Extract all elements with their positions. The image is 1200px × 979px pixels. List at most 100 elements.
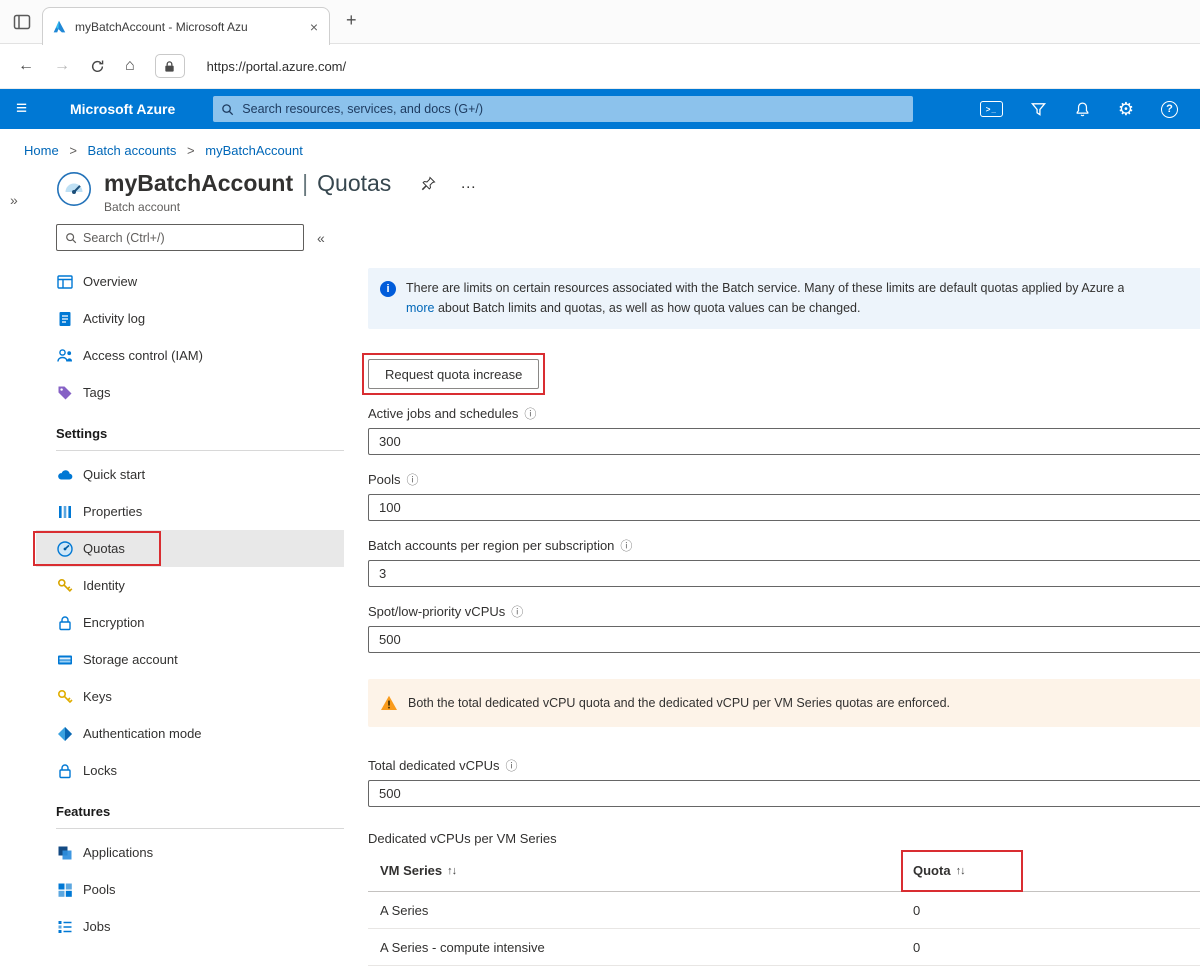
quota-cell: 0: [913, 940, 1200, 955]
refresh-icon[interactable]: [90, 59, 105, 74]
panel-expand-icon[interactable]: »: [10, 192, 18, 208]
tab-actions-icon[interactable]: [12, 12, 32, 32]
sidebar-item-identity[interactable]: Identity: [36, 567, 344, 604]
divider: [56, 450, 344, 451]
sidebar-item-activity-log[interactable]: Activity log: [36, 300, 344, 337]
info-banner-text-line1: There are limits on certain resources as…: [406, 279, 1124, 298]
sidebar-item-encryption[interactable]: Encryption: [36, 604, 344, 641]
learn-more-link[interactable]: more: [406, 301, 434, 315]
browser-tab[interactable]: myBatchAccount - Microsoft Azu ×: [42, 7, 330, 45]
info-tooltip-icon[interactable]: ⓘ: [506, 757, 518, 774]
global-search-input[interactable]: [242, 102, 905, 116]
sort-arrows-icon[interactable]: ↑↓: [447, 865, 456, 877]
azure-top-bar: ≡ Microsoft Azure >_ ⚙ ?: [0, 89, 1200, 129]
sidebar-item-jobs[interactable]: Jobs: [36, 908, 344, 945]
sidebar-item-applications[interactable]: Applications: [36, 834, 344, 871]
azure-brand[interactable]: Microsoft Azure: [70, 101, 175, 117]
page-header: myBatchAccount | Quotas … Batch account: [56, 171, 1200, 214]
breadcrumb-home[interactable]: Home: [24, 143, 59, 158]
access-control-icon: [56, 347, 74, 365]
keys-icon: [56, 688, 74, 706]
tab-close-icon[interactable]: ×: [307, 19, 321, 35]
info-tooltip-icon[interactable]: ⓘ: [524, 405, 536, 422]
column-header-quota[interactable]: Quota ↑↓: [913, 863, 1200, 878]
sidebar-search-input[interactable]: [83, 231, 295, 245]
sidebar-item-label: Encryption: [83, 615, 144, 630]
sidebar-search[interactable]: [56, 224, 304, 251]
table-row[interactable]: A Series - compute intensive 0: [368, 929, 1200, 966]
applications-icon: [56, 844, 74, 862]
pin-icon[interactable]: [421, 176, 436, 191]
vm-series-cell: A Series: [368, 903, 913, 918]
sidebar-item-quick-start[interactable]: Quick start: [36, 456, 344, 493]
sidebar-item-tags[interactable]: Tags: [36, 374, 344, 411]
page-title: myBatchAccount: [104, 171, 293, 196]
sort-arrows-icon[interactable]: ↑↓: [956, 865, 965, 877]
hamburger-menu-icon[interactable]: ≡: [16, 98, 42, 120]
search-icon: [221, 103, 234, 116]
global-search[interactable]: [213, 96, 913, 122]
tab-title: myBatchAccount - Microsoft Azu: [75, 20, 299, 34]
breadcrumb-separator: >: [180, 143, 202, 158]
directory-filter-icon[interactable]: [1030, 101, 1047, 118]
sidebar-section-features: Features: [56, 804, 344, 819]
encryption-lock-icon: [56, 614, 74, 632]
help-icon[interactable]: ?: [1161, 101, 1178, 118]
breadcrumb-current[interactable]: myBatchAccount: [205, 143, 303, 158]
breadcrumb: Home > Batch accounts > myBatchAccount: [0, 129, 1200, 158]
sidebar-collapse-icon[interactable]: «: [317, 230, 325, 246]
sidebar-item-storage-account[interactable]: Storage account: [36, 641, 344, 678]
info-banner-text-line2: about Batch limits and quotas, as well a…: [434, 301, 860, 315]
resource-menu: « Overview Activity log Access control (…: [36, 224, 344, 966]
sidebar-item-label: Quotas: [83, 541, 125, 556]
sidebar-item-quotas[interactable]: Quotas: [36, 530, 344, 567]
breadcrumb-separator: >: [62, 143, 84, 158]
sidebar-item-access-control[interactable]: Access control (IAM): [36, 337, 344, 374]
sidebar-item-pools[interactable]: Pools: [36, 871, 344, 908]
field-label-spot-vcpus: Spot/low-priority vCPUs: [368, 604, 505, 619]
annotation-box-request-quota: Request quota increase: [362, 353, 545, 395]
sidebar-item-overview[interactable]: Overview: [36, 263, 344, 300]
sidebar-item-label: Quick start: [83, 467, 145, 482]
sidebar-item-label: Storage account: [83, 652, 178, 667]
pools-input[interactable]: [368, 494, 1200, 521]
sidebar-item-keys[interactable]: Keys: [36, 678, 344, 715]
url-text[interactable]: https://portal.azure.com/: [207, 59, 346, 74]
total-vcpus-input[interactable]: [368, 780, 1200, 807]
batch-accounts-input[interactable]: [368, 560, 1200, 587]
site-info-badge[interactable]: [155, 54, 185, 78]
quota-cell: 0: [913, 903, 1200, 918]
identity-icon: [56, 577, 74, 595]
breadcrumb-batch-accounts[interactable]: Batch accounts: [88, 143, 177, 158]
field-label-active-jobs: Active jobs and schedules: [368, 406, 518, 421]
sidebar-item-label: Access control (IAM): [83, 348, 203, 363]
table-row[interactable]: A Series 0: [368, 892, 1200, 929]
sidebar-item-locks[interactable]: Locks: [36, 752, 344, 789]
sidebar-item-label: Applications: [83, 845, 153, 860]
info-tooltip-icon[interactable]: ⓘ: [620, 537, 632, 554]
warning-banner: Both the total dedicated vCPU quota and …: [368, 679, 1200, 727]
overview-icon: [56, 273, 74, 291]
info-tooltip-icon[interactable]: ⓘ: [511, 603, 523, 620]
sidebar-section-settings: Settings: [56, 426, 344, 441]
sidebar-item-authentication-mode[interactable]: Authentication mode: [36, 715, 344, 752]
sidebar-item-label: Activity log: [83, 311, 145, 326]
spot-vcpus-input[interactable]: [368, 626, 1200, 653]
home-icon[interactable]: ⌂: [125, 58, 135, 74]
vm-series-table-caption: Dedicated vCPUs per VM Series: [368, 831, 1200, 846]
warning-icon: [380, 694, 398, 712]
more-actions-icon[interactable]: …: [460, 175, 476, 193]
sidebar-item-properties[interactable]: Properties: [36, 493, 344, 530]
notifications-bell-icon[interactable]: [1074, 101, 1091, 118]
settings-gear-icon[interactable]: ⚙: [1118, 100, 1134, 118]
jobs-icon: [56, 918, 74, 936]
column-header-vm-series[interactable]: VM Series ↑↓: [368, 863, 913, 878]
info-tooltip-icon[interactable]: ⓘ: [407, 471, 419, 488]
cloud-shell-icon[interactable]: >_: [980, 101, 1003, 117]
sidebar-item-label: Authentication mode: [83, 726, 202, 741]
active-jobs-input[interactable]: [368, 428, 1200, 455]
forward-icon[interactable]: →: [54, 58, 70, 74]
new-tab-button[interactable]: +: [346, 10, 357, 31]
back-icon[interactable]: ←: [18, 58, 34, 74]
request-quota-increase-button[interactable]: Request quota increase: [368, 359, 539, 389]
